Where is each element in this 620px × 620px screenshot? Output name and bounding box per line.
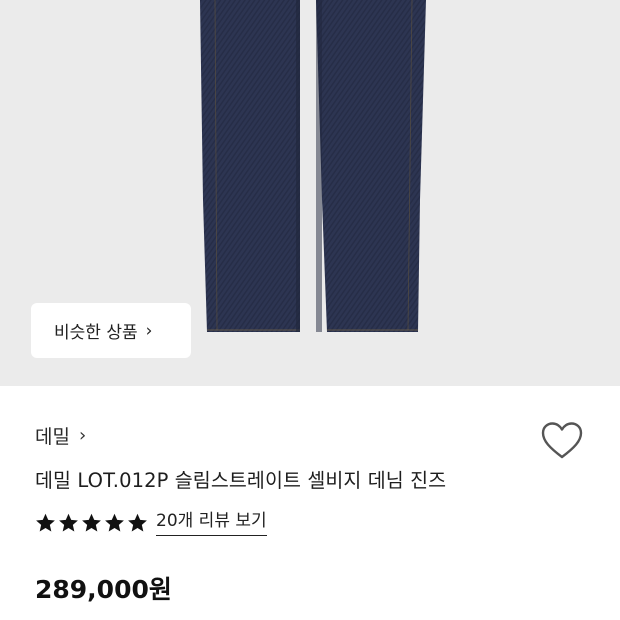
- chevron-right-icon: ›: [145, 320, 153, 341]
- chevron-right-icon: ›: [78, 425, 87, 446]
- star-rating: [35, 513, 148, 533]
- wishlist-button[interactable]: [540, 421, 584, 461]
- category-breadcrumb[interactable]: 데밀 ›: [35, 422, 86, 449]
- category-label: 데밀: [35, 426, 70, 448]
- star-icon: [36, 513, 55, 532]
- similar-products-button[interactable]: 비슷한 상품 ›: [31, 303, 191, 358]
- star-icon: [82, 513, 101, 532]
- product-price: 289,000원: [35, 575, 172, 604]
- heart-outline-icon: [541, 422, 583, 459]
- product-title: 데밀 LOT.012P 슬림스트레이트 셀비지 데님 진즈: [35, 469, 447, 492]
- star-icon: [128, 513, 147, 532]
- star-icon: [59, 513, 78, 532]
- similar-products-label: 비슷한 상품: [54, 323, 138, 343]
- product-image-area[interactable]: 비슷한 상품 ›: [0, 0, 620, 386]
- rating-row: 20개 리뷰 보기: [35, 510, 267, 536]
- view-reviews-link[interactable]: 20개 리뷰 보기: [156, 510, 267, 536]
- star-icon: [105, 513, 124, 532]
